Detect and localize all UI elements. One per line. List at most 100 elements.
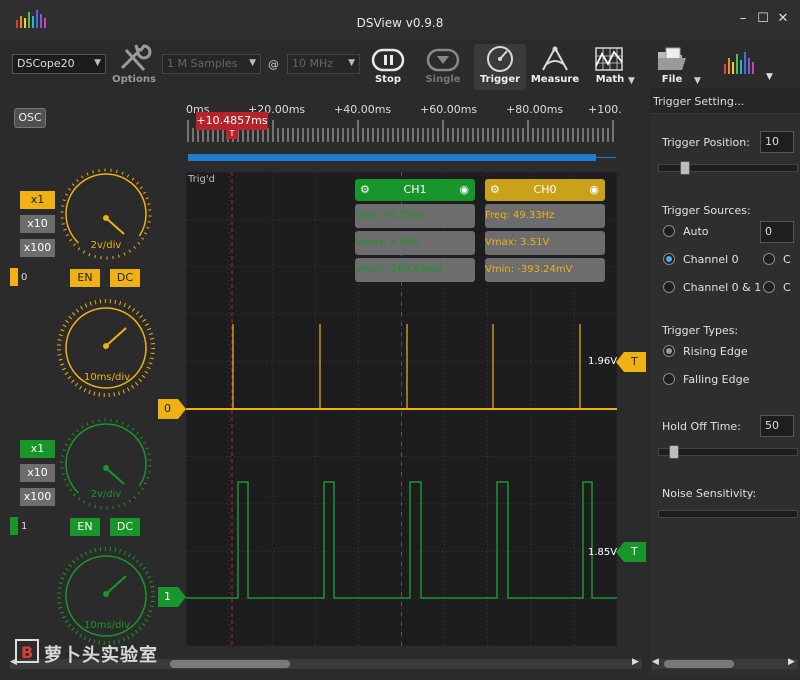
ch0-trig-level-label: 1.96V (588, 356, 618, 367)
ch0-zero-marker[interactable]: 0 (158, 399, 186, 419)
ch0-gain-x10[interactable]: x10 (20, 215, 55, 233)
ch0-card-header: ⚙ CH0 ◉ (485, 179, 605, 201)
options-button[interactable]: Options (108, 44, 160, 90)
svg-text:B: B (21, 643, 33, 662)
source-channel0-radio[interactable] (663, 253, 675, 265)
measure-button[interactable]: Measure (529, 44, 581, 90)
source-channel0-label: Channel 0 (683, 253, 739, 266)
trigger-position-slider[interactable] (658, 161, 798, 175)
ch1-card-header: ⚙ CH1 ◉ (355, 179, 475, 201)
ch1-zero-marker[interactable]: 1 (158, 587, 186, 607)
window-title: DSView v0.9.8 (356, 16, 444, 30)
ch0-time-dial[interactable] (54, 296, 158, 400)
app-logo-icon (724, 52, 754, 74)
chevron-down-icon: ▼ (94, 58, 101, 68)
trigger-sources-label: Trigger Sources: (662, 204, 751, 217)
eye-icon[interactable]: ◉ (589, 179, 599, 201)
file-button[interactable]: File ▼ (646, 44, 701, 90)
wrench-icon (120, 44, 152, 72)
ch0-measure-card[interactable]: ⚙ CH0 ◉ Freq: 49.33Hz Vmax: 3.51V Vmin: … (485, 179, 605, 282)
single-button[interactable]: Single (417, 44, 469, 90)
holdoff-input[interactable]: 50 (760, 415, 794, 437)
type-falling-radio[interactable] (663, 373, 675, 385)
ch1-card-name: CH1 (403, 183, 427, 196)
ch0-color-swatch (10, 268, 18, 286)
ch1-trig-level-label: 1.85V (588, 547, 618, 558)
ch0-time-div-label: 10ms/div (83, 372, 131, 383)
source-c2-radio[interactable] (763, 281, 775, 293)
trigger-position-input[interactable]: 10 (760, 131, 794, 153)
source-channel01-radio[interactable] (663, 281, 675, 293)
cursor-marker: T (226, 129, 238, 139)
ruler-tick-label: +80.00ms (506, 103, 564, 116)
ch0-vmin: Vmin: -393.24mV (485, 258, 605, 282)
dock-header: Trigger Setting... (650, 88, 800, 114)
eye-icon[interactable]: ◉ (459, 179, 469, 201)
ch1-trig-marker[interactable]: T (616, 542, 646, 562)
scope-view[interactable]: Trig'd ⚙ CH1 ◉ Freq: 49.33Hz Vmax: 4.89V… (186, 172, 617, 646)
viewport-bar[interactable] (188, 154, 596, 161)
ch1-time-div-label: 10ms/div (83, 620, 131, 631)
ruler-tick-label: +100. (588, 103, 622, 116)
rate-select[interactable]: 10 MHz ▼ (287, 54, 360, 74)
holdoff-label: Hold Off Time: (662, 420, 741, 433)
samples-select[interactable]: 1 M Samples ▼ (162, 54, 261, 74)
title-bar: DSView v0.9.8 – ☐ ✕ (0, 0, 800, 40)
dock-scroll-thumb[interactable] (664, 660, 734, 668)
source-c-radio[interactable] (763, 253, 775, 265)
math-graph-icon (595, 47, 623, 71)
maximize-button[interactable]: ☐ (756, 12, 770, 26)
ch1-measure-card[interactable]: ⚙ CH1 ◉ Freq: 49.33Hz Vmax: 4.89V Vmin: … (355, 179, 475, 282)
chevron-down-icon: ▼ (628, 76, 635, 86)
device-select[interactable]: DSCope20 ▼ (12, 54, 106, 74)
trigger-source-input[interactable]: 0 (760, 221, 794, 243)
noise-sensitivity-slider[interactable] (658, 510, 798, 518)
rate-select-value: 10 MHz (292, 57, 334, 70)
holdoff-thumb[interactable] (669, 445, 679, 459)
single-capture-icon (426, 48, 460, 72)
trigger-button[interactable]: Trigger (474, 44, 526, 90)
source-auto-radio[interactable] (663, 225, 675, 237)
ch1-gain-x10[interactable]: x10 (20, 464, 55, 482)
chevron-down-icon: ▼ (766, 72, 773, 82)
time-ruler[interactable]: 0ms +20.00ms +40.00ms +60.00ms +80.00ms … (186, 98, 622, 164)
cursor-time-flag[interactable]: +10.4857ms (196, 112, 268, 130)
ch1-gain-x100[interactable]: x100 (20, 488, 55, 506)
scroll-right-icon[interactable]: ▶ (632, 657, 639, 667)
ch0-vmax: Vmax: 3.51V (485, 231, 605, 255)
ch0-freq: Freq: 49.33Hz (485, 204, 605, 228)
minimize-button[interactable]: – (736, 12, 750, 26)
ch1-dc-button[interactable]: DC (110, 518, 140, 536)
ch0-enable-button[interactable]: EN (70, 269, 100, 287)
ch1-gain-x1[interactable]: x1 (20, 440, 55, 458)
holdoff-slider[interactable] (658, 445, 798, 459)
logo-menu-button[interactable]: ▼ (722, 50, 778, 86)
math-button[interactable]: Math ▼ (584, 44, 636, 90)
close-button[interactable]: ✕ (776, 12, 790, 26)
pause-icon (371, 48, 405, 72)
ch0-gain-x1[interactable]: x1 (20, 191, 55, 209)
gear-icon[interactable]: ⚙ (490, 179, 500, 201)
watermark-text: 萝卜头实验室 (44, 645, 158, 666)
options-label: Options (112, 74, 156, 85)
osc-mode-button[interactable]: OSC (14, 108, 46, 128)
single-label: Single (425, 74, 461, 85)
ch0-trig-marker[interactable]: T (616, 352, 646, 372)
stop-button[interactable]: Stop (362, 44, 414, 90)
ch0-dc-button[interactable]: DC (110, 269, 140, 287)
type-rising-label: Rising Edge (683, 345, 748, 358)
samples-select-value: 1 M Samples (167, 57, 238, 70)
ch0-gain-x100[interactable]: x100 (20, 239, 55, 257)
dock-horizontal-scrollbar[interactable]: ◀ ▶ (652, 657, 798, 669)
scroll-left-icon[interactable]: ◀ (652, 657, 659, 667)
ch0-zero-label: 0 (164, 402, 171, 415)
gear-icon[interactable]: ⚙ (360, 179, 370, 201)
ch1-volt-div-label: 2v/div (90, 489, 122, 500)
viewport-bar-tail (596, 157, 616, 158)
scroll-right-icon[interactable]: ▶ (788, 657, 795, 667)
trigger-position-thumb[interactable] (680, 161, 690, 175)
ch1-enable-button[interactable]: EN (70, 518, 100, 536)
ch1-time-dial[interactable] (54, 544, 158, 648)
type-rising-radio[interactable] (663, 345, 675, 357)
ch1-index: 1 (21, 521, 28, 532)
